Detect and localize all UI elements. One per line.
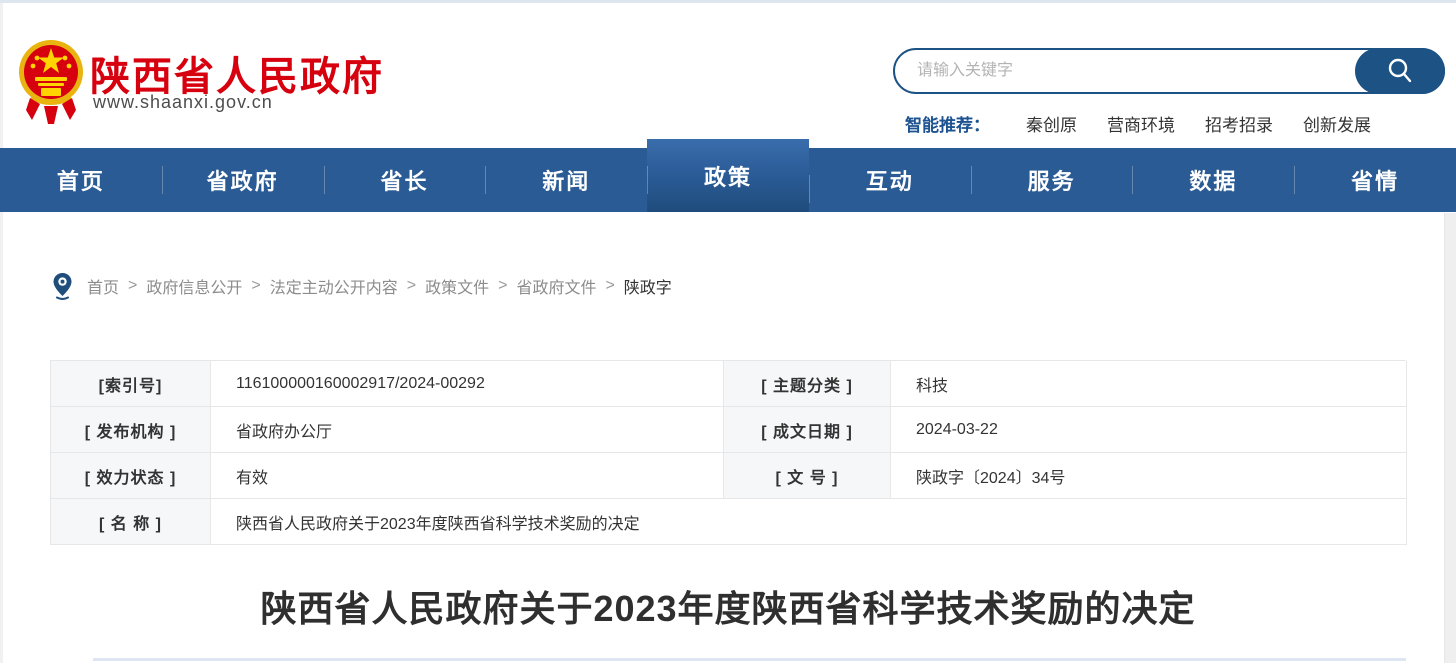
doc-topic-category-label: [ 主题分类 ] bbox=[724, 361, 891, 407]
page-left-edge bbox=[0, 3, 3, 663]
nav-item-news[interactable]: 新闻 bbox=[485, 148, 647, 212]
location-pin-icon bbox=[52, 272, 73, 300]
nav-item-interaction[interactable]: 互动 bbox=[809, 148, 971, 212]
breadcrumb-separator: > bbox=[407, 277, 416, 295]
breadcrumb-separator: > bbox=[605, 277, 614, 295]
breadcrumb-separator: > bbox=[498, 277, 507, 295]
nav-item-governor[interactable]: 省长 bbox=[324, 148, 486, 212]
doc-reference-number-value: 陕政字〔2024〕34号 bbox=[891, 453, 1407, 499]
nav-item-services[interactable]: 服务 bbox=[971, 148, 1133, 212]
breadcrumb: 首页 > 政府信息公开 > 法定主动公开内容 > 政策文件 > 省政府文件 > … bbox=[52, 272, 672, 300]
breadcrumb-gov-info[interactable]: 政府信息公开 bbox=[146, 274, 242, 298]
doc-index-number-label: [索引号] bbox=[51, 361, 211, 407]
search-input[interactable] bbox=[897, 52, 1337, 90]
smart-recommendations: 智能推荐： 秦创原 营商环境 招考招录 创新发展 bbox=[905, 111, 1401, 136]
search-box bbox=[893, 48, 1445, 94]
search-button[interactable] bbox=[1355, 48, 1445, 94]
scrollbar[interactable] bbox=[1444, 213, 1456, 663]
nav-item-data[interactable]: 数据 bbox=[1132, 148, 1294, 212]
nav-item-home[interactable]: 首页 bbox=[0, 148, 162, 212]
breadcrumb-policy-documents[interactable]: 政策文件 bbox=[425, 274, 489, 298]
doc-index-number-value: 116100000160002917/2024-00292 bbox=[211, 361, 724, 407]
breadcrumb-home[interactable]: 首页 bbox=[87, 274, 119, 298]
doc-issuing-agency-value: 省政府办公厅 bbox=[211, 407, 724, 453]
recommend-link-innovation[interactable]: 创新发展 bbox=[1303, 111, 1371, 136]
breadcrumb-current: 陕政字 bbox=[624, 274, 672, 298]
national-emblem-icon bbox=[18, 36, 84, 126]
nav-item-provincial-government[interactable]: 省政府 bbox=[162, 148, 324, 212]
doc-validity-status-value: 有效 bbox=[211, 453, 724, 499]
recommend-link-recruitment[interactable]: 招考招录 bbox=[1205, 111, 1273, 136]
breadcrumb-separator: > bbox=[128, 277, 137, 295]
breadcrumb-separator: > bbox=[251, 277, 260, 295]
doc-issue-date-label: [ 成文日期 ] bbox=[724, 407, 891, 453]
nav-item-province-profile[interactable]: 省情 bbox=[1294, 148, 1456, 212]
recommend-link-qinchuangyuan[interactable]: 秦创原 bbox=[1026, 111, 1077, 136]
recommend-label: 智能推荐： bbox=[905, 111, 990, 136]
recommend-link-business-env[interactable]: 营商环境 bbox=[1107, 111, 1175, 136]
doc-validity-status-label: [ 效力状态 ] bbox=[51, 453, 211, 499]
site-logo[interactable]: 陕西省人民政府 www.shaanxi.gov.cn bbox=[18, 36, 378, 128]
search-icon bbox=[1385, 56, 1415, 86]
doc-issue-date-value: 2024-03-22 bbox=[891, 407, 1407, 453]
doc-topic-category-value: 科技 bbox=[891, 361, 1407, 407]
doc-reference-number-label: [ 文 号 ] bbox=[724, 453, 891, 499]
nav-item-policy[interactable]: 政策 bbox=[647, 139, 809, 212]
article-divider bbox=[93, 658, 1406, 661]
doc-issuing-agency-label: [ 发布机构 ] bbox=[51, 407, 211, 453]
doc-title-label: [ 名 称 ] bbox=[51, 499, 211, 545]
breadcrumb-provincial-gov-documents[interactable]: 省政府文件 bbox=[516, 274, 596, 298]
document-info-table: [索引号] 116100000160002917/2024-00292 [ 主题… bbox=[50, 360, 1406, 545]
site-url: www.shaanxi.gov.cn bbox=[93, 92, 273, 113]
page-top-border bbox=[0, 0, 1456, 3]
doc-title-value: 陕西省人民政府关于2023年度陕西省科学技术奖励的决定 bbox=[211, 499, 1407, 545]
breadcrumb-statutory-disclosure[interactable]: 法定主动公开内容 bbox=[270, 274, 398, 298]
article-title: 陕西省人民政府关于2023年度陕西省科学技术奖励的决定 bbox=[0, 580, 1456, 632]
main-nav: 首页 省政府 省长 新闻 政策 互动 服务 数据 省情 bbox=[0, 148, 1456, 212]
